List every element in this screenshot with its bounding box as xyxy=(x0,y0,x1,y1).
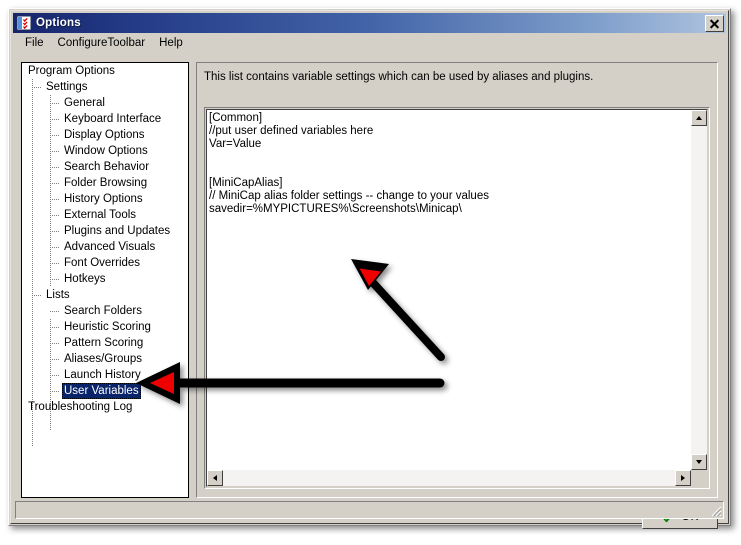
tree-item-label: Search Folders xyxy=(64,305,142,317)
tree-item-hotkeys[interactable]: Hotkeys xyxy=(22,271,188,287)
tree-item-label: Search Behavior xyxy=(64,161,150,173)
chevron-down-icon xyxy=(696,460,702,464)
resize-grip-icon[interactable] xyxy=(708,503,722,517)
tree-item-settings[interactable]: Settings xyxy=(22,79,188,95)
tree-item-history-options[interactable]: History Options xyxy=(22,191,188,207)
tree-item-label: General xyxy=(64,97,105,109)
close-icon[interactable] xyxy=(705,14,724,32)
tree-item-display-options[interactable]: Display Options xyxy=(22,127,188,143)
tree-item-search-behavior[interactable]: Search Behavior xyxy=(22,159,188,175)
scroll-up-button[interactable] xyxy=(691,110,707,126)
tree-item-label: Display Options xyxy=(64,129,145,141)
tree-item-label: Advanced Visuals xyxy=(64,241,156,253)
tree-item-general[interactable]: General xyxy=(22,95,188,111)
options-window: Options File ConfigureToolbar Help Progr… xyxy=(8,8,731,529)
tree-item-lists[interactable]: Lists xyxy=(22,287,188,303)
tree-item-external-tools[interactable]: External Tools xyxy=(22,207,188,223)
tree-item-search-folders[interactable]: Search Folders xyxy=(22,303,188,319)
tree-item-keyboard-interface[interactable]: Keyboard Interface xyxy=(22,111,188,127)
tree-item-label: External Tools xyxy=(64,209,137,221)
tree-item-label: Troubleshooting Log xyxy=(28,401,133,413)
tree-item-label: Plugins and Updates xyxy=(64,225,171,237)
chevron-left-icon xyxy=(213,475,217,481)
tree-item-label: Settings xyxy=(46,81,88,93)
options-tree[interactable]: Program Options Settings General Keyboar… xyxy=(21,62,189,498)
tree-item-folder-browsing[interactable]: Folder Browsing xyxy=(22,175,188,191)
scroll-down-button[interactable] xyxy=(691,454,707,470)
window-title: Options xyxy=(36,17,81,29)
editor-horizontal-scrollbar[interactable] xyxy=(207,470,691,486)
tree-item-advanced-visuals[interactable]: Advanced Visuals xyxy=(22,239,188,255)
scroll-right-button[interactable] xyxy=(675,470,691,486)
tree-item-label: Launch History xyxy=(64,369,141,381)
tree-item-label: Pattern Scoring xyxy=(64,337,144,349)
scrollbar-corner xyxy=(691,470,707,486)
tree-item-window-options[interactable]: Window Options xyxy=(22,143,188,159)
status-bar xyxy=(15,501,724,519)
tree-item-label: Keyboard Interface xyxy=(64,113,162,125)
tree-item-label: Folder Browsing xyxy=(64,177,148,189)
window-inner-frame: Options File ConfigureToolbar Help Progr… xyxy=(10,10,729,529)
menu-item-configuretoolbar[interactable]: ConfigureToolbar xyxy=(51,36,153,50)
menu-bar: File ConfigureToolbar Help xyxy=(13,34,726,52)
tree-item-label: Font Overrides xyxy=(64,257,141,269)
tree-item-label: Lists xyxy=(46,289,70,301)
user-variables-editor-frame: [Common] //put user defined variables he… xyxy=(204,107,710,489)
scroll-left-button[interactable] xyxy=(207,470,223,486)
menu-item-help[interactable]: Help xyxy=(152,36,190,50)
tree-item-label: Window Options xyxy=(64,145,148,157)
editor-vertical-scrollbar[interactable] xyxy=(691,110,707,470)
user-variables-textarea[interactable]: [Common] //put user defined variables he… xyxy=(207,110,691,470)
tree-item-heuristic-scoring[interactable]: Heuristic Scoring xyxy=(22,319,188,335)
tree-item-label: Aliases/Groups xyxy=(64,353,142,365)
tree-item-plugins-and-updates[interactable]: Plugins and Updates xyxy=(22,223,188,239)
menu-item-file[interactable]: File xyxy=(18,36,51,50)
tree-item-aliases-groups[interactable]: Aliases/Groups xyxy=(22,351,188,367)
chevron-right-icon xyxy=(681,475,685,481)
title-bar[interactable]: Options xyxy=(13,13,726,33)
tree-item-troubleshooting-log[interactable]: Troubleshooting Log xyxy=(22,399,188,415)
tree-item-label: User Variables xyxy=(62,383,141,399)
tree-item-label: Hotkeys xyxy=(64,273,106,285)
tree-item-font-overrides[interactable]: Font Overrides xyxy=(22,255,188,271)
settings-group-box: This list contains variable settings whi… xyxy=(196,62,718,498)
tree-item-user-variables[interactable]: User Variables xyxy=(22,383,188,399)
tree-item-label: Heuristic Scoring xyxy=(64,321,151,333)
user-variables-editor-inner: [Common] //put user defined variables he… xyxy=(206,109,708,487)
tree-item-label: History Options xyxy=(64,193,143,205)
tree-item-launch-history[interactable]: Launch History xyxy=(22,367,188,383)
tree-item-label: Program Options xyxy=(28,65,115,77)
client-area: Program Options Settings General Keyboar… xyxy=(13,53,726,529)
tree-item-program-options[interactable]: Program Options xyxy=(22,63,188,79)
options-checklist-icon xyxy=(16,15,32,31)
tree-item-pattern-scoring[interactable]: Pattern Scoring xyxy=(22,335,188,351)
panel-description: This list contains variable settings whi… xyxy=(204,71,594,83)
chevron-up-icon xyxy=(696,116,702,120)
